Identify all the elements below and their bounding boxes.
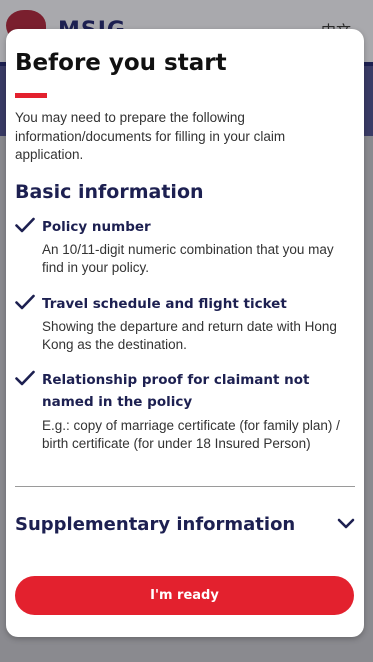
requirement-description: E.g.: copy of marriage certificate (for …: [42, 418, 340, 451]
requirement-description: An 10/11-digit numeric combination that …: [42, 242, 334, 275]
requirement-item-policy-number: Policy number An 10/11-digit numeric com…: [15, 216, 350, 276]
im-ready-button[interactable]: I'm ready: [15, 576, 354, 615]
check-icon: [15, 370, 35, 386]
supplementary-information-toggle[interactable]: Supplementary information: [15, 511, 355, 541]
supplementary-information-heading: Supplementary information: [15, 514, 296, 535]
requirement-item-travel-schedule: Travel schedule and flight ticket Showin…: [15, 293, 350, 355]
requirement-description: Showing the departure and return date wi…: [42, 319, 337, 352]
requirement-title: Relationship proof for claimant not name…: [42, 372, 310, 410]
check-icon: [15, 217, 35, 233]
title-accent-bar: [15, 93, 47, 98]
before-you-start-modal: Before you start You may need to prepare…: [6, 29, 364, 637]
basic-information-heading: Basic information: [15, 181, 204, 203]
modal-title: Before you start: [15, 50, 227, 76]
section-divider: [15, 486, 355, 487]
check-icon: [15, 294, 35, 310]
requirement-title: Policy number: [42, 219, 151, 235]
requirement-item-relationship-proof: Relationship proof for claimant not name…: [15, 369, 350, 471]
intro-text: You may need to prepare the following in…: [15, 110, 286, 162]
requirement-title: Travel schedule and flight ticket: [42, 296, 287, 312]
chevron-down-icon[interactable]: [337, 517, 355, 531]
